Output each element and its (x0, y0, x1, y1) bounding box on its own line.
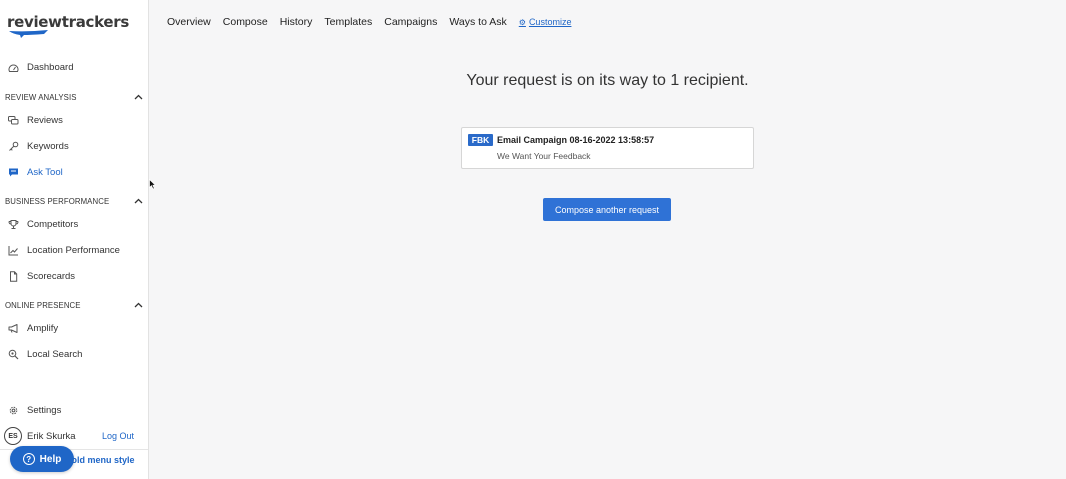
chevron-up-icon[interactable] (134, 198, 143, 204)
tab-ways-to-ask[interactable]: Ways to Ask (449, 16, 506, 28)
mouse-cursor-icon (149, 179, 157, 190)
sidebar-item-settings[interactable]: Settings (0, 399, 148, 421)
tab-campaigns[interactable]: Campaigns (384, 16, 437, 28)
sidebar-item-label: Settings (27, 404, 62, 416)
confirmation-headline: Your request is on its way to 1 recipien… (466, 72, 749, 89)
old-menu-style-link[interactable]: e old menu style (64, 455, 135, 465)
section-label: ONLINE PRESENCE (5, 300, 81, 310)
chevron-up-icon[interactable] (134, 94, 143, 100)
key-icon (8, 141, 19, 152)
sidebar-item-label: Keywords (27, 140, 69, 152)
status-badge: FBK (468, 134, 493, 146)
trophy-icon (8, 219, 19, 230)
user-row: ES Erik Skurka Log Out (0, 426, 148, 446)
ask-tool-icon (8, 167, 19, 178)
sidebar-item-scorecards[interactable]: Scorecards (0, 265, 148, 287)
sidebar-item-label: Location Performance (27, 244, 120, 256)
section-review-analysis[interactable]: REVIEW ANALYSIS (5, 90, 143, 104)
sidebar-item-keywords[interactable]: Keywords (0, 135, 148, 157)
section-label: BUSINESS PERFORMANCE (5, 196, 110, 206)
help-button[interactable]: ? Help (10, 446, 74, 472)
section-business-performance[interactable]: BUSINESS PERFORMANCE (5, 194, 143, 208)
avatar[interactable]: ES (4, 427, 22, 445)
section-label: REVIEW ANALYSIS (5, 92, 77, 102)
sidebar-item-label: Ask Tool (27, 166, 63, 178)
sidebar-item-dashboard[interactable]: Dashboard (0, 56, 148, 78)
compose-another-request-button[interactable]: Compose another request (543, 198, 671, 221)
sidebar-item-label: Local Search (27, 348, 83, 360)
document-icon (8, 270, 19, 282)
sidebar-item-competitors[interactable]: Competitors (0, 213, 148, 235)
sidebar-item-label: Competitors (27, 218, 79, 230)
customize-link[interactable]: ⚙ Customize (519, 17, 572, 27)
sidebar-item-amplify[interactable]: Amplify (0, 317, 148, 339)
help-label: Help (39, 453, 62, 465)
tab-compose[interactable]: Compose (223, 16, 268, 28)
gear-icon: ⚙ (518, 17, 526, 27)
sidebar-item-reviews[interactable]: Reviews (0, 109, 148, 131)
top-navigation: Overview Compose History Templates Campa… (167, 16, 571, 28)
logout-link[interactable]: Log Out (102, 431, 134, 441)
user-name: Erik Skurka (27, 431, 76, 442)
tab-overview[interactable]: Overview (167, 16, 211, 28)
sidebar: reviewtrackers Dashboard REVIEW ANALYSIS… (0, 0, 149, 479)
campaign-subtitle: We Want Your Feedback (497, 151, 591, 161)
customize-label: Customize (528, 17, 572, 27)
tab-templates[interactable]: Templates (324, 16, 372, 28)
sidebar-item-local-search[interactable]: Local Search (0, 343, 148, 365)
sidebar-item-label: Reviews (27, 114, 63, 126)
chevron-up-icon[interactable] (134, 302, 143, 308)
chat-bubbles-icon (8, 115, 19, 126)
dashboard-icon (8, 62, 19, 73)
campaign-title: Email Campaign 08-16-2022 13:58:57 (497, 135, 655, 145)
sidebar-item-label: Dashboard (27, 61, 74, 73)
line-chart-icon (8, 245, 19, 256)
logo-swoosh-icon (9, 30, 48, 38)
sidebar-item-label: Amplify (27, 322, 59, 334)
sidebar-item-label: Scorecards (27, 270, 76, 282)
campaign-card: FBK Email Campaign 08-16-2022 13:58:57 W… (461, 127, 754, 169)
section-online-presence[interactable]: ONLINE PRESENCE (5, 298, 143, 312)
sidebar-item-ask-tool[interactable]: Ask Tool (0, 161, 148, 183)
search-icon (8, 349, 19, 360)
megaphone-icon (8, 323, 19, 334)
gear-icon (8, 405, 19, 416)
sidebar-item-location-performance[interactable]: Location Performance (0, 239, 148, 261)
tab-history[interactable]: History (280, 16, 313, 28)
question-icon: ? (22, 453, 35, 465)
